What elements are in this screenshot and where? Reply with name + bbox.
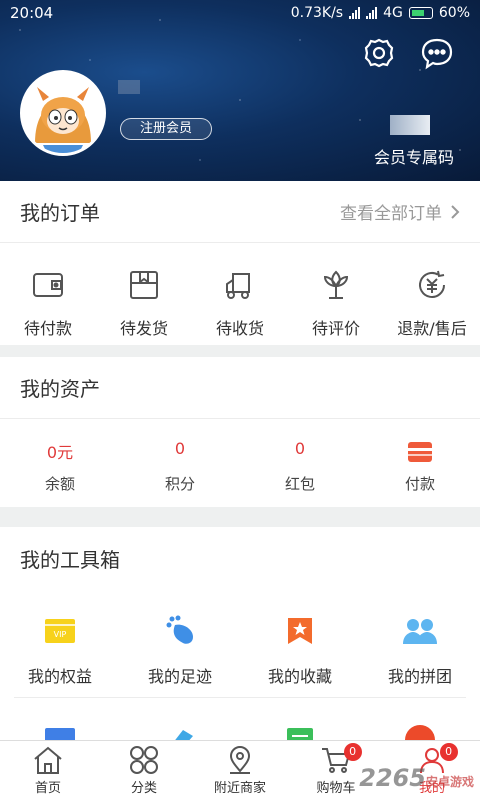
battery-level: 60% bbox=[438, 5, 470, 21]
asset-label: 积分 bbox=[164, 475, 195, 493]
group-icon bbox=[400, 611, 440, 651]
flower-icon bbox=[316, 265, 356, 305]
network-type: 4G bbox=[383, 5, 403, 21]
tab-nearby[interactable]: 附近商家 bbox=[192, 741, 288, 800]
favorite-icon bbox=[280, 611, 320, 651]
asset-label: 余额 bbox=[44, 475, 75, 493]
assets-section: 我的资产 0元 余额 0 积分 0 红包 付款 bbox=[0, 357, 480, 507]
username-masked bbox=[118, 80, 140, 94]
asset-points[interactable]: 0 积分 bbox=[120, 419, 240, 494]
tab-category[interactable]: 分类 bbox=[96, 741, 192, 800]
order-pending-receipt[interactable]: 待收货 bbox=[192, 243, 288, 339]
tab-label: 购物车 bbox=[316, 781, 356, 796]
tool-footprint[interactable]: 我的足迹 bbox=[120, 589, 240, 697]
mine-badge: 0 bbox=[439, 743, 458, 761]
order-label: 待付款 bbox=[23, 319, 72, 338]
assets-header: 我的资产 bbox=[0, 357, 480, 419]
tool-label: 我的权益 bbox=[27, 667, 92, 686]
network-speed: 0.73K/s bbox=[290, 5, 344, 21]
orders-section: 我的订单 查看全部订单 待付款 待发货 待收货 待评价 退款/售后 bbox=[0, 181, 480, 345]
toolbox-title: 我的工具箱 bbox=[20, 547, 120, 572]
avatar[interactable] bbox=[20, 70, 106, 156]
cart-badge: 0 bbox=[343, 743, 362, 761]
order-label: 待发货 bbox=[119, 319, 168, 338]
svg-text:VIP: VIP bbox=[54, 630, 67, 639]
footprint-icon bbox=[160, 611, 200, 651]
asset-label: 红包 bbox=[284, 475, 315, 493]
tool-my-rights[interactable]: VIP 我的权益 bbox=[0, 589, 120, 697]
signal-icon-2 bbox=[366, 7, 378, 19]
order-label: 待收货 bbox=[215, 319, 264, 338]
register-member-button[interactable]: 注册会员 bbox=[120, 118, 212, 140]
watermark-logo: 2265安卓游戏 bbox=[359, 764, 474, 792]
tab-label: 分类 bbox=[130, 781, 157, 796]
category-icon bbox=[130, 746, 158, 774]
asset-red-packet[interactable]: 0 红包 bbox=[240, 419, 360, 494]
order-label: 待评价 bbox=[311, 319, 360, 338]
message-icon[interactable] bbox=[420, 36, 454, 70]
truck-icon bbox=[220, 265, 260, 305]
asset-value: 0 bbox=[174, 439, 186, 458]
assets-title: 我的资产 bbox=[20, 377, 100, 401]
tab-label: 附近商家 bbox=[213, 781, 266, 796]
signal-icon bbox=[349, 7, 361, 19]
status-time: 20:04 bbox=[10, 4, 54, 22]
refund-icon bbox=[412, 265, 452, 305]
order-pending-review[interactable]: 待评价 bbox=[288, 243, 384, 339]
toolbox-section: 我的工具箱 VIP 我的权益 我的足迹 我的收藏 我的拼团 bbox=[0, 527, 480, 747]
order-label: 退款/售后 bbox=[397, 319, 467, 338]
member-code-masked bbox=[390, 115, 430, 135]
order-pending-payment[interactable]: 待付款 bbox=[0, 243, 96, 339]
card-icon bbox=[408, 439, 432, 465]
tab-label: 首页 bbox=[34, 781, 61, 796]
toolbox-header: 我的工具箱 bbox=[0, 527, 480, 589]
view-all-orders-link[interactable]: 查看全部订单 bbox=[340, 199, 460, 224]
tool-label: 我的拼团 bbox=[387, 667, 452, 686]
package-icon bbox=[124, 265, 164, 305]
tool-label: 我的收藏 bbox=[267, 667, 332, 686]
asset-value: 0 bbox=[294, 439, 306, 458]
tool-label: 我的足迹 bbox=[147, 667, 212, 686]
status-bar: 20:04 0.73K/s 4G 60% bbox=[0, 0, 480, 26]
bottom-tab-bar: 首页 分类 附近商家 购物车 0 我的 0 2265安卓游戏 bbox=[0, 740, 480, 800]
order-pending-shipment[interactable]: 待发货 bbox=[96, 243, 192, 339]
asset-label: 付款 bbox=[404, 475, 435, 493]
asset-balance[interactable]: 0元 余额 bbox=[0, 419, 120, 494]
battery-icon bbox=[408, 7, 433, 19]
asset-value: 0元 bbox=[46, 443, 74, 462]
home-icon bbox=[34, 746, 62, 774]
chevron-right-icon bbox=[451, 204, 460, 219]
wallet-icon bbox=[28, 265, 68, 305]
tool-group-buy[interactable]: 我的拼团 bbox=[360, 589, 480, 697]
order-refund-aftersale[interactable]: 退款/售后 bbox=[384, 243, 480, 339]
settings-gear-icon[interactable] bbox=[362, 36, 396, 70]
member-code-link[interactable]: 会员专属码 bbox=[374, 144, 454, 168]
view-all-orders-label: 查看全部订单 bbox=[340, 204, 442, 224]
orders-title: 我的订单 bbox=[20, 201, 100, 225]
orders-header: 我的订单 查看全部订单 bbox=[0, 181, 480, 243]
vip-icon: VIP bbox=[40, 611, 80, 651]
tool-favorites[interactable]: 我的收藏 bbox=[240, 589, 360, 697]
profile-header: 20:04 0.73K/s 4G 60% 注册会员 会员专属码 bbox=[0, 0, 480, 181]
tab-home[interactable]: 首页 bbox=[0, 741, 96, 800]
asset-payment[interactable]: 付款 bbox=[360, 419, 480, 494]
location-icon bbox=[229, 746, 251, 774]
